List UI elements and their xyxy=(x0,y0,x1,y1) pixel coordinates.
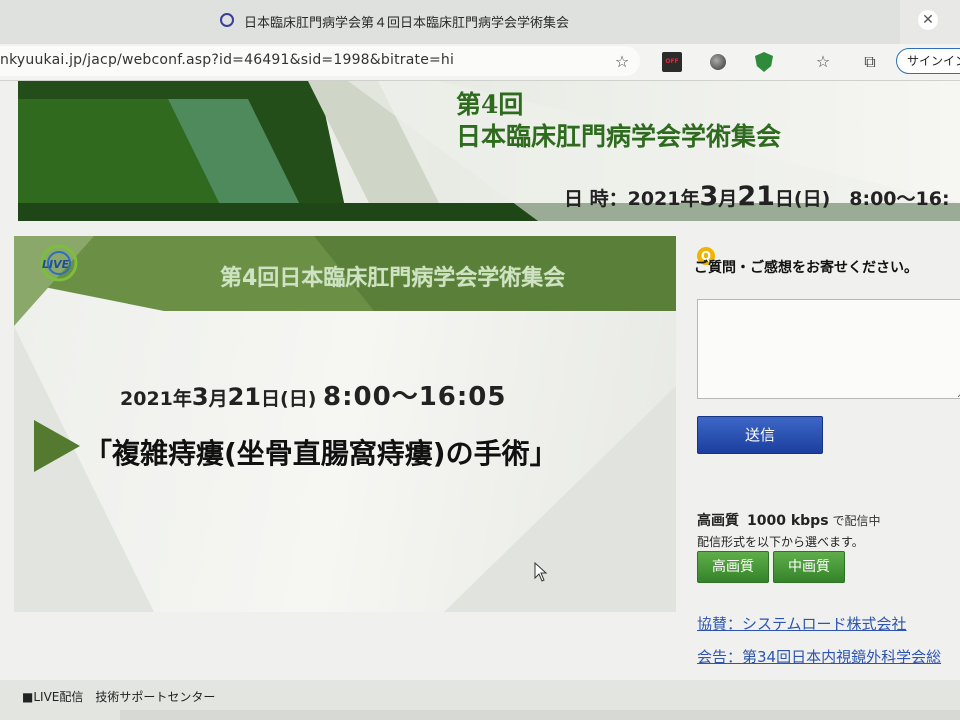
banner-date: 日 時：2021年3月21日(日) 8:00〜16: xyxy=(564,181,950,212)
tab-title[interactable]: 日本臨床肛門病学会第４回日本臨床肛門病学会学術集会 xyxy=(244,12,569,31)
footer-strip xyxy=(120,710,960,720)
sponsor-link[interactable]: 協賛：システムロード株式会社 xyxy=(697,613,907,634)
conference-banner: 第4回 日本臨床肛門病学会学術集会 日 時：2021年3月21日(日) 8:00… xyxy=(18,81,960,221)
notice-link[interactable]: 会告：第34回日本内視鏡外科学会総 xyxy=(697,646,941,667)
webconf-page: 第4回 日本臨床肛門病学会学術集会 日 時：2021年3月21日(日) 8:00… xyxy=(0,81,960,720)
favorites-add-icon[interactable]: ☆ xyxy=(612,52,632,72)
banner-title-line1: 第4回 xyxy=(456,90,524,119)
svg-text:LIVE: LIVE xyxy=(42,258,70,271)
high-quality-button[interactable]: 高画質 xyxy=(697,551,769,583)
collections-icon[interactable]: ⧉ xyxy=(860,52,880,72)
close-tab-icon[interactable]: ✕ xyxy=(918,10,938,30)
slide-date: 2021年3月21日(日) 8:00〜16:05 xyxy=(120,382,507,412)
question-textarea[interactable] xyxy=(697,299,960,399)
quality-status: 高画質 1000 kbps で配信中 xyxy=(697,513,881,529)
shield-icon[interactable] xyxy=(755,52,773,72)
mouse-cursor-icon xyxy=(534,562,548,582)
url-text[interactable]: nkyuukai.jp/jacp/webconf.asp?id=46491&si… xyxy=(0,52,454,68)
signin-button[interactable]: サインイン xyxy=(896,48,960,74)
extension-off-icon[interactable]: OFF xyxy=(662,52,682,72)
medium-quality-button[interactable]: 中画質 xyxy=(773,551,845,583)
slide-header: 第4回日本臨床肛門病学会学術集会 xyxy=(220,266,566,291)
send-button[interactable]: 送信 xyxy=(697,416,823,454)
site-favicon-icon xyxy=(220,13,234,27)
question-label: ご質問・ご感想をお寄せください。 xyxy=(694,260,918,276)
address-bar: nkyuukai.jp/jacp/webconf.asp?id=46491&si… xyxy=(0,44,960,81)
live-logo-icon: LIVE xyxy=(40,244,78,282)
footer: ■LIVE配信 技術サポートセンター xyxy=(0,680,960,720)
quality-note: 配信形式を以下から選べます。 xyxy=(697,535,864,549)
extension-circle-icon[interactable] xyxy=(710,54,726,70)
banner-title-line2: 日本臨床肛門病学会学術集会 xyxy=(456,122,782,151)
footer-support-text: ■LIVE配信 技術サポートセンター xyxy=(22,690,216,704)
play-arrow-icon xyxy=(34,420,80,472)
live-video-player[interactable]: LIVE 第4回日本臨床肛門病学会学術集会 2021年3月21日(日) 8:00… xyxy=(14,236,676,612)
favorites-icon[interactable]: ☆ xyxy=(813,52,833,72)
browser-tab-bar: 日本臨床肛門病学会第４回日本臨床肛門病学会学術集会 ✕ xyxy=(0,0,960,44)
slide-topic: 「複雑痔瘻(坐骨直腸窩痔瘻)の手術」 xyxy=(84,437,558,470)
url-field[interactable]: nkyuukai.jp/jacp/webconf.asp?id=46491&si… xyxy=(0,46,640,76)
tab-controls: ✕ xyxy=(900,0,960,44)
slide-background xyxy=(14,236,676,612)
